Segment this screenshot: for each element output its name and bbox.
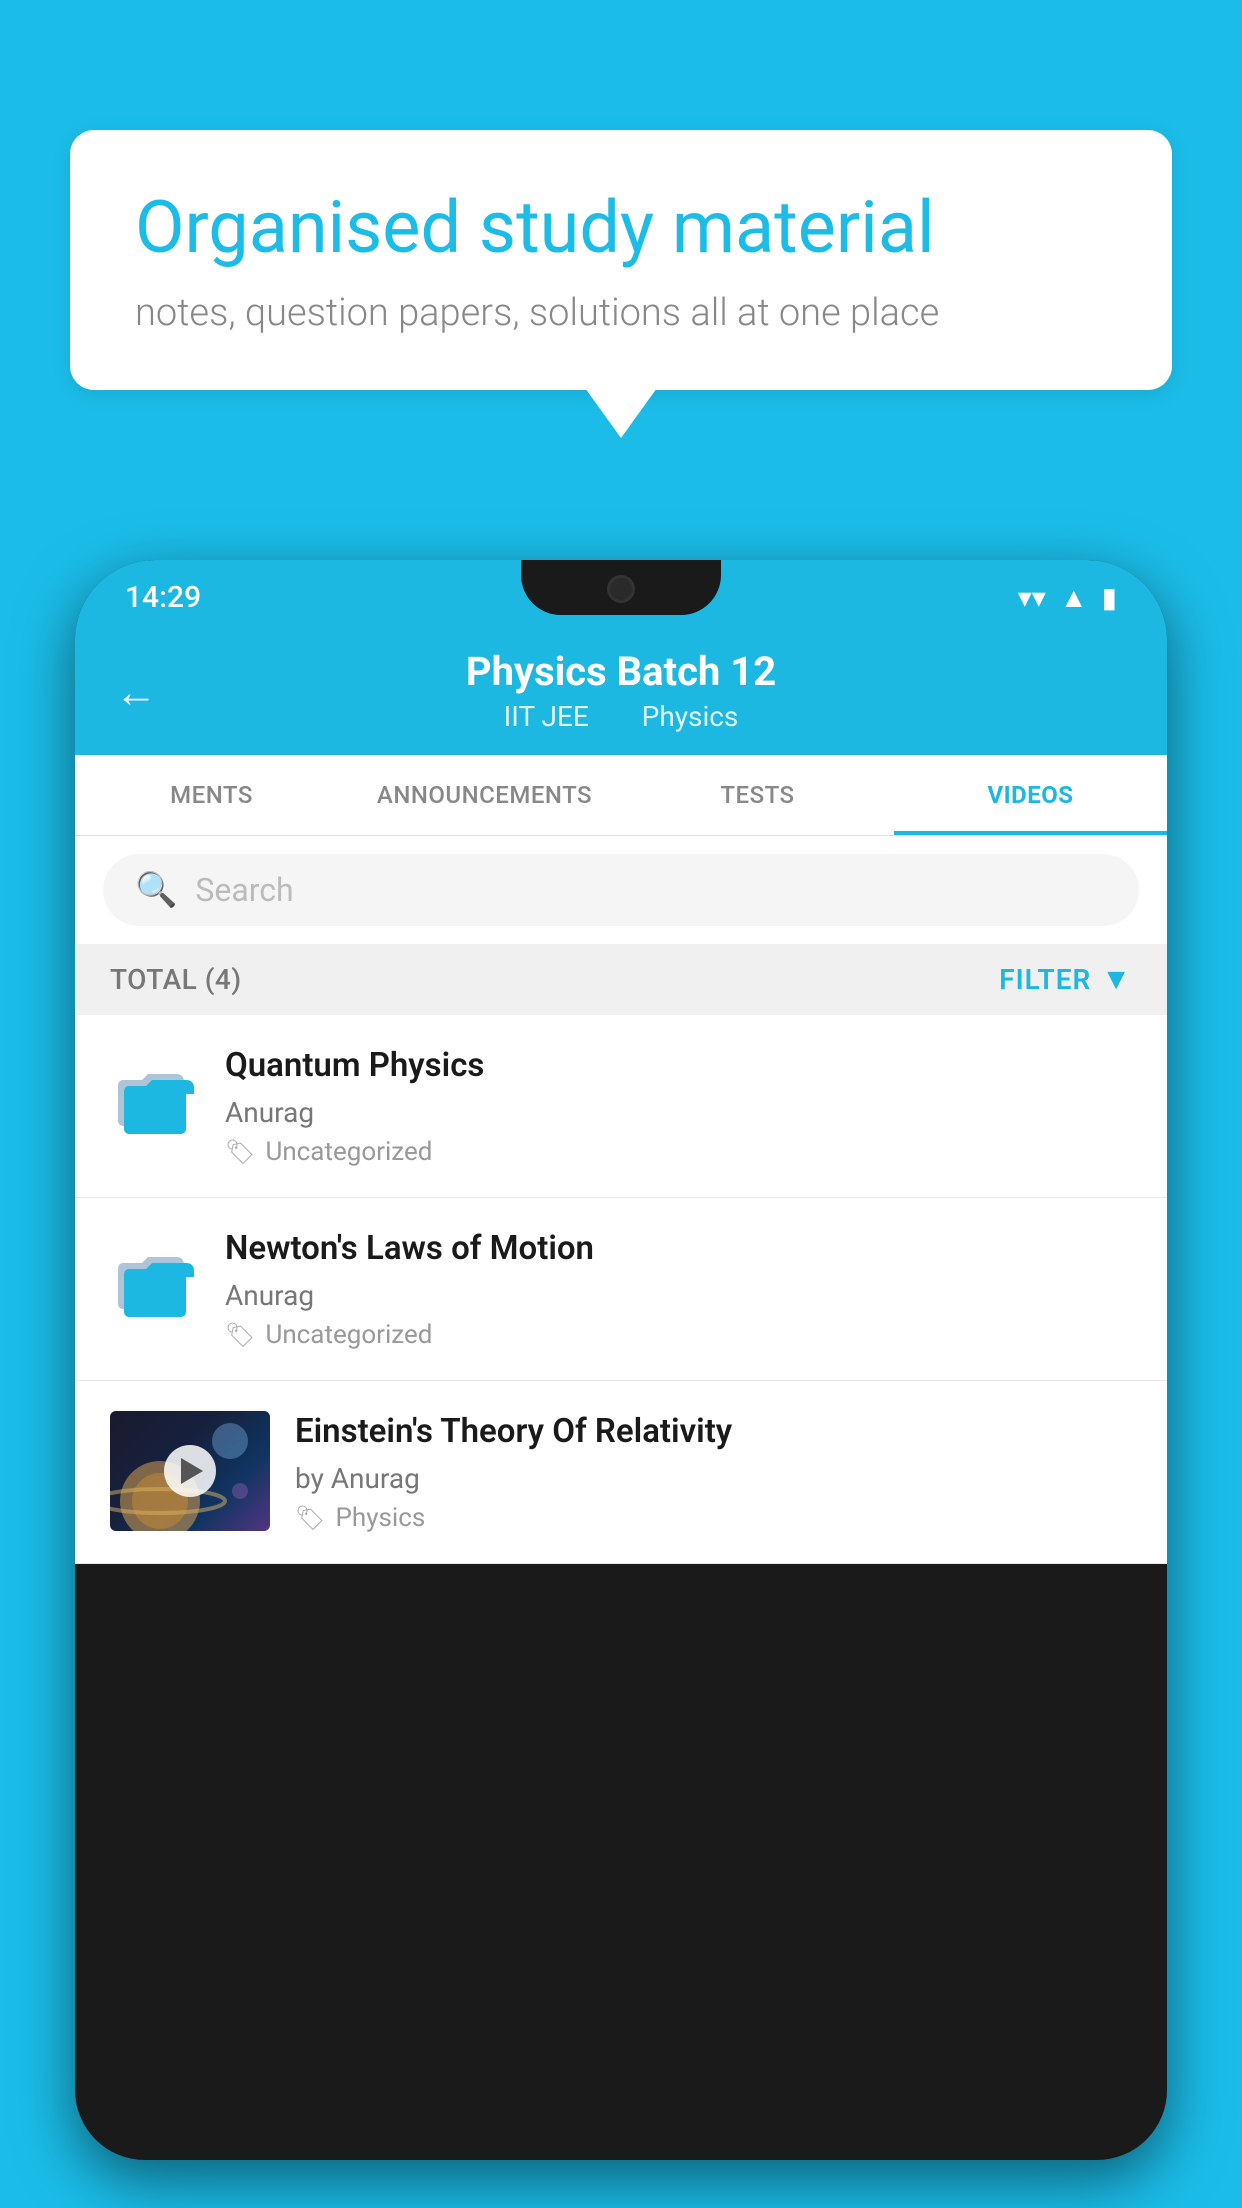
tag-icon: 🏷: [225, 1138, 255, 1166]
search-container: 🔍 Search: [75, 836, 1167, 944]
tabs-bar: MENTS ANNOUNCEMENTS TESTS VIDEOS: [75, 755, 1167, 836]
phone-frame: 14:29 ▾▾ ▲ ▮ ← Physics Batch 12 IIT JEE …: [75, 560, 1167, 2208]
header-subtitle-right: Physics: [642, 700, 739, 733]
video-author: Anurag: [225, 1279, 1132, 1312]
tag-label: Uncategorized: [265, 1137, 432, 1167]
video-folder-icon: [110, 1233, 200, 1323]
list-item[interactable]: Newton's Laws of Motion Anurag 🏷 Uncateg…: [75, 1198, 1167, 1381]
tab-ments[interactable]: MENTS: [75, 755, 348, 835]
video-info: Quantum Physics Anurag 🏷 Uncategorized: [225, 1045, 1132, 1167]
search-bar[interactable]: 🔍 Search: [103, 854, 1139, 926]
status-icons: ▾▾ ▲ ▮: [1018, 581, 1117, 614]
tab-announcements[interactable]: ANNOUNCEMENTS: [348, 755, 621, 835]
header-title: Physics Batch 12: [115, 648, 1127, 696]
video-info: Newton's Laws of Motion Anurag 🏷 Uncateg…: [225, 1228, 1132, 1350]
video-title: Einstein's Theory Of Relativity: [295, 1411, 1132, 1454]
tab-tests[interactable]: TESTS: [621, 755, 894, 835]
play-triangle-icon: [181, 1458, 203, 1484]
speech-bubble-title: Organised study material: [135, 185, 1107, 271]
filter-button[interactable]: FILTER ▼: [999, 962, 1132, 997]
tab-videos[interactable]: VIDEOS: [894, 755, 1167, 835]
video-tag: 🏷 Uncategorized: [225, 1137, 1132, 1167]
speech-bubble-subtitle: notes, question papers, solutions all at…: [135, 291, 1107, 335]
filter-funnel-icon: ▼: [1101, 962, 1132, 997]
video-folder-icon: [110, 1050, 200, 1140]
search-input-placeholder[interactable]: Search: [195, 871, 293, 909]
header-subtitle: IIT JEE Physics: [115, 700, 1127, 733]
video-author: by Anurag: [295, 1462, 1132, 1495]
video-list: Quantum Physics Anurag 🏷 Uncategorized: [75, 1015, 1167, 1564]
video-title: Newton's Laws of Motion: [225, 1228, 1132, 1271]
play-button[interactable]: [164, 1445, 216, 1497]
tag-label: Uncategorized: [265, 1320, 432, 1350]
tag-icon: 🏷: [295, 1504, 325, 1532]
list-item[interactable]: Quantum Physics Anurag 🏷 Uncategorized: [75, 1015, 1167, 1198]
status-time: 14:29: [125, 580, 201, 615]
front-camera: [607, 575, 635, 603]
video-info: Einstein's Theory Of Relativity by Anura…: [295, 1411, 1132, 1533]
video-tag: 🏷 Physics: [295, 1503, 1132, 1533]
search-icon: 🔍: [135, 870, 177, 910]
app-header: ← Physics Batch 12 IIT JEE Physics: [75, 630, 1167, 755]
video-author: Anurag: [225, 1096, 1132, 1129]
total-count: TOTAL (4): [110, 963, 242, 996]
video-title: Quantum Physics: [225, 1045, 1132, 1088]
back-button[interactable]: ←: [115, 668, 157, 717]
phone-body: 14:29 ▾▾ ▲ ▮ ← Physics Batch 12 IIT JEE …: [75, 560, 1167, 2160]
video-tag: 🏷 Uncategorized: [225, 1320, 1132, 1350]
video-thumbnail[interactable]: [110, 1411, 270, 1531]
filter-bar: TOTAL (4) FILTER ▼: [75, 944, 1167, 1015]
battery-icon: ▮: [1102, 581, 1117, 614]
filter-label: FILTER: [999, 963, 1091, 996]
tag-label: Physics: [335, 1503, 425, 1533]
header-subtitle-left: IIT JEE: [504, 700, 589, 733]
wifi-icon: ▾▾: [1018, 581, 1046, 614]
speech-bubble-container: Organised study material notes, question…: [70, 130, 1172, 390]
phone-notch: [521, 560, 721, 615]
header-subtitle-separator: [612, 700, 626, 733]
list-item[interactable]: Einstein's Theory Of Relativity by Anura…: [75, 1381, 1167, 1564]
tag-icon: 🏷: [225, 1321, 255, 1349]
speech-bubble: Organised study material notes, question…: [70, 130, 1172, 390]
signal-icon: ▲: [1060, 581, 1088, 614]
